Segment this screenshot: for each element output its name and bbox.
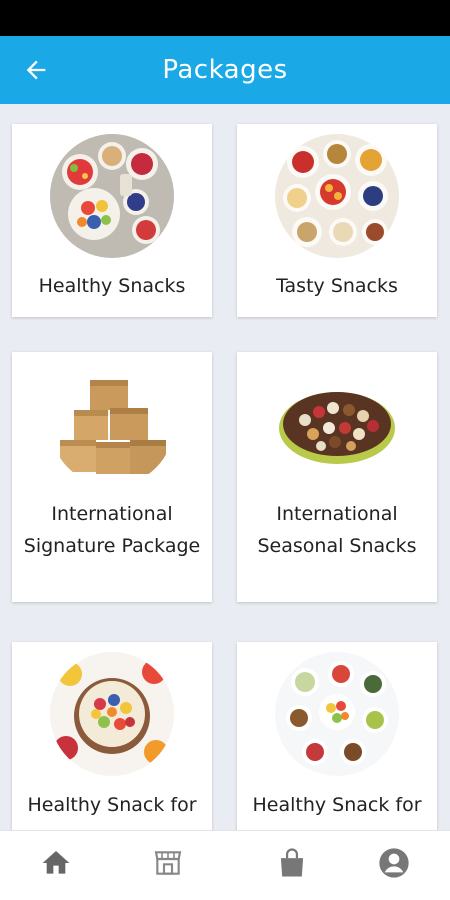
store-icon <box>154 851 182 875</box>
snack-platter-image <box>275 362 399 486</box>
fruit-bowl-image <box>50 652 174 776</box>
package-card-healthy-snacks[interactable]: Healthy Snacks <box>12 124 212 317</box>
arrow-left-icon <box>26 60 46 80</box>
packages-grid: Healthy Snacks Tasty Snacks Internationa… <box>0 104 450 830</box>
healthy-snacks-image <box>50 134 174 258</box>
home-icon <box>42 851 70 874</box>
tasty-snacks-image <box>275 134 399 258</box>
package-label: International Signature Package <box>23 503 201 557</box>
package-card-healthy-snack-1[interactable]: Healthy Snack for <box>12 642 212 830</box>
bottom-navigation <box>0 830 450 900</box>
shopping-bag-icon <box>280 848 304 877</box>
package-label: Tasty Snacks <box>276 275 398 297</box>
profile-icon <box>379 848 409 878</box>
package-label: Healthy Snack for <box>252 794 422 816</box>
nav-home-button[interactable] <box>38 845 74 881</box>
status-bar <box>0 0 450 36</box>
back-button[interactable] <box>18 52 54 88</box>
nav-store-button[interactable] <box>150 845 186 881</box>
page-title: Packages <box>162 55 288 85</box>
package-card-tasty-snacks[interactable]: Tasty Snacks <box>237 124 437 317</box>
package-label: Healthy Snack for <box>27 794 197 816</box>
snack-bowls-image <box>275 652 399 776</box>
nav-profile-button[interactable] <box>376 845 412 881</box>
package-card-healthy-snack-2[interactable]: Healthy Snack for <box>237 642 437 830</box>
package-label: International Seasonal Snacks <box>257 503 417 557</box>
package-label: Healthy Snacks <box>38 275 186 297</box>
nav-bag-button[interactable] <box>274 845 310 881</box>
package-card-international-signature[interactable]: International Signature Package <box>12 352 212 602</box>
cardboard-boxes-image <box>50 362 174 486</box>
app-bar: Packages <box>0 36 450 104</box>
package-card-international-seasonal[interactable]: International Seasonal Snacks <box>237 352 437 602</box>
